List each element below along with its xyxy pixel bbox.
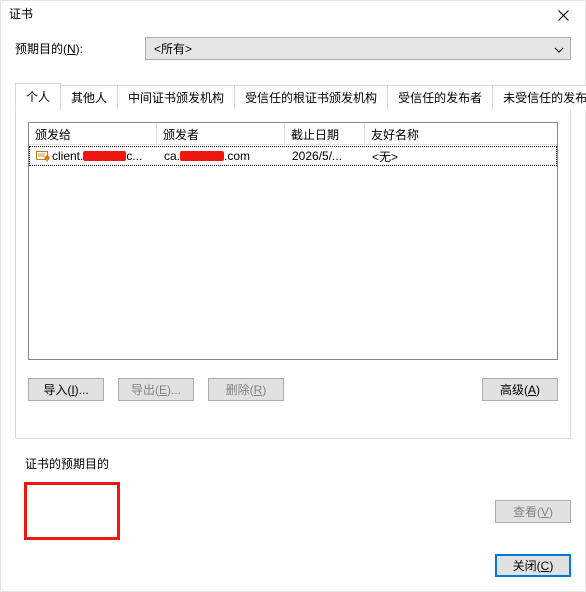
- redacted-span: [180, 151, 224, 161]
- tab-panel: 颁发给 颁发者 截止日期 友好名称: [15, 109, 571, 439]
- column-issuer[interactable]: 颁发者: [157, 123, 285, 145]
- cell-friendly: <无>: [372, 150, 398, 164]
- cert-buttons-row: 导入(I)... 导出(E)... 删除(R) 高级(A): [28, 378, 558, 401]
- view-button[interactable]: 查看(V): [495, 500, 571, 523]
- redacted-span: [83, 151, 126, 161]
- tab-others[interactable]: 其他人: [60, 85, 118, 110]
- tab-trusted-publishers[interactable]: 受信任的发布者: [387, 85, 493, 110]
- tab-strip: 个人 其他人 中间证书颁发机构 受信任的根证书颁发机构 受信任的发布者 未受信任…: [15, 82, 571, 110]
- window-close-button[interactable]: [541, 3, 585, 27]
- chevron-down-icon: [554, 44, 564, 54]
- tab-personal[interactable]: 个人: [15, 83, 61, 111]
- cert-purposes-label: 证书的预期目的: [25, 455, 571, 472]
- tab-trusted-root-ca[interactable]: 受信任的根证书颁发机构: [234, 85, 388, 110]
- advanced-button[interactable]: 高级(A): [482, 378, 558, 401]
- import-button[interactable]: 导入(I)...: [28, 378, 104, 401]
- remove-button[interactable]: 删除(R): [208, 378, 284, 401]
- dialog-bottom-row: 关闭(C): [1, 554, 585, 577]
- column-issued-to[interactable]: 颁发给: [29, 123, 157, 145]
- cell-expiry: 2026/5/...: [292, 149, 342, 163]
- column-friendly[interactable]: 友好名称: [365, 123, 557, 145]
- intended-purpose-row: 预期目的(N): <所有>: [15, 37, 571, 60]
- view-button-row: 查看(V): [15, 500, 571, 523]
- dialog-title: 证书: [9, 3, 33, 22]
- title-bar: 证书: [1, 1, 585, 29]
- certificate-row[interactable]: client. c... ca. .com 2026/5/... <无>: [30, 147, 556, 165]
- close-icon: [558, 10, 569, 21]
- cell-issuer-prefix: ca.: [164, 149, 180, 163]
- tabs-container: 个人 其他人 中间证书颁发机构 受信任的根证书颁发机构 受信任的发布者 未受信任…: [15, 82, 571, 439]
- tab-intermediate-ca[interactable]: 中间证书颁发机构: [117, 85, 235, 110]
- column-expiry[interactable]: 截止日期: [285, 123, 365, 145]
- listview-header: 颁发给 颁发者 截止日期 友好名称: [29, 123, 557, 146]
- cell-issuer-suffix: .com: [224, 149, 250, 163]
- close-button[interactable]: 关闭(C): [495, 554, 571, 577]
- cell-issued-to-suffix: c...: [126, 149, 142, 163]
- intended-purpose-value: <所有>: [154, 40, 192, 57]
- cell-issued-to-prefix: client.: [52, 149, 83, 163]
- tab-untrusted-publishers[interactable]: 未受信任的发布者: [492, 85, 586, 110]
- certificate-icon: [36, 150, 50, 162]
- intended-purpose-label: 预期目的(N):: [15, 40, 145, 57]
- intended-purpose-select[interactable]: <所有>: [145, 37, 571, 60]
- certificate-listview[interactable]: 颁发给 颁发者 截止日期 友好名称: [28, 122, 558, 360]
- export-button[interactable]: 导出(E)...: [118, 378, 194, 401]
